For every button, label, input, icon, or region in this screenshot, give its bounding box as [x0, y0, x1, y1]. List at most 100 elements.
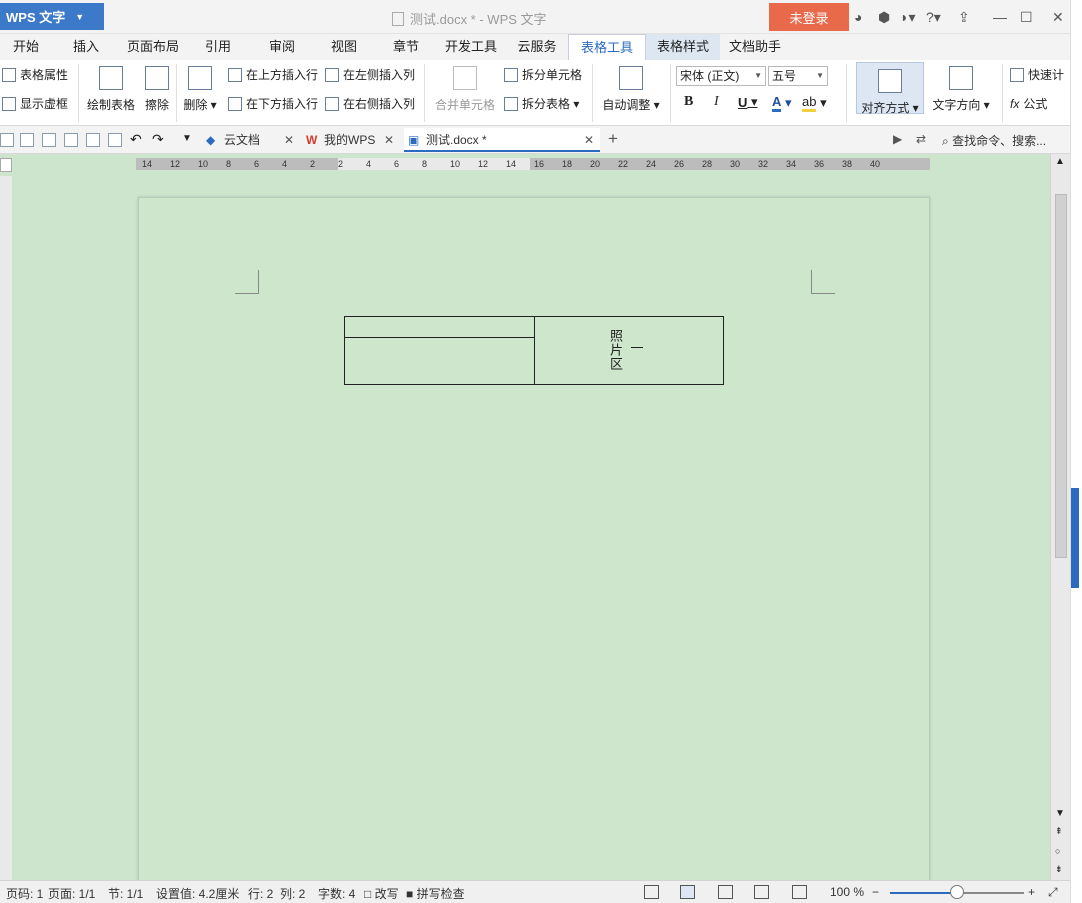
minimize-icon[interactable]: —: [993, 9, 1007, 25]
redo-icon[interactable]: ↷: [152, 131, 164, 148]
split-cells-button[interactable]: 拆分单元格: [504, 66, 582, 83]
table-cell[interactable]: [344, 337, 535, 385]
doc-tab-mywps[interactable]: W 我的WPS ✕: [304, 128, 400, 152]
page-view-icon[interactable]: [680, 885, 695, 899]
fit-window-icon[interactable]: ⤢: [1048, 885, 1058, 900]
chevron-down-icon[interactable]: ▼: [182, 133, 192, 144]
status-word-count[interactable]: 字数: 4: [318, 885, 355, 902]
collab-icon[interactable]: ⇄: [916, 132, 926, 146]
open-icon[interactable]: [20, 133, 34, 147]
italic-button[interactable]: I: [714, 94, 719, 110]
scroll-down-icon[interactable]: ▼: [1055, 808, 1065, 819]
bold-button[interactable]: B: [684, 94, 693, 110]
show-gridlines-button[interactable]: 显示虚框: [2, 95, 68, 112]
text-direction-button[interactable]: 文字方向 ▾: [930, 64, 992, 113]
insert-above-button[interactable]: 在上方插入行: [228, 66, 318, 83]
web-view-icon[interactable]: [754, 885, 769, 899]
tab-doc-assistant[interactable]: 文档助手: [726, 34, 784, 60]
close-tab-icon[interactable]: ✕: [384, 128, 394, 152]
align-button[interactable]: 对齐方式 ▾: [856, 62, 924, 115]
zoom-in-icon[interactable]: +: [1028, 885, 1035, 899]
settings-icon[interactable]: ⬢: [878, 9, 890, 26]
close-tab-icon[interactable]: ✕: [584, 128, 594, 152]
scroll-up-icon[interactable]: ▲: [1055, 156, 1065, 167]
delete-button[interactable]: 删除 ▾: [182, 64, 218, 113]
zoom-out-icon[interactable]: −: [872, 885, 879, 899]
merge-cells-button[interactable]: 合并单元格: [432, 64, 498, 113]
split-table-button[interactable]: 拆分表格 ▾: [504, 95, 579, 112]
auto-fit-button[interactable]: 自动调整 ▾: [600, 64, 662, 113]
export-pdf-icon[interactable]: [64, 133, 78, 147]
next-page-icon[interactable]: ⇟: [1055, 864, 1063, 875]
zoom-level[interactable]: 100 %: [830, 885, 864, 899]
formula-button[interactable]: fx 公式: [1010, 95, 1047, 112]
table-cell[interactable]: [344, 316, 535, 338]
table-properties-button[interactable]: 表格属性: [2, 66, 68, 83]
present-icon[interactable]: ▶: [893, 132, 902, 146]
command-search[interactable]: ⌕ 查找命令、搜索...: [942, 132, 1046, 149]
tab-chapter[interactable]: 章节: [386, 34, 426, 60]
status-column[interactable]: 列: 2: [280, 885, 305, 902]
doc-tab-cloud[interactable]: ◆ 云文档 ✕: [204, 128, 300, 152]
skin-icon[interactable]: ◕: [854, 9, 862, 25]
undo-icon[interactable]: ↶: [130, 131, 142, 148]
vertical-ruler[interactable]: [0, 176, 12, 880]
tab-review[interactable]: 审阅: [262, 34, 302, 60]
login-button[interactable]: 未登录: [769, 3, 849, 31]
close-tab-icon[interactable]: ✕: [284, 128, 294, 152]
app-menu-button[interactable]: WPS 文字 ▼: [0, 3, 104, 30]
tab-view[interactable]: 视图: [324, 34, 364, 60]
share-icon[interactable]: ◗▾: [900, 9, 915, 26]
vertical-scrollbar[interactable]: ▲ ▼ ⇞ ○ ⇟: [1050, 154, 1070, 880]
save-icon[interactable]: [42, 133, 56, 147]
restore-ribbon-icon[interactable]: ⇪: [958, 9, 970, 26]
photo-cell[interactable]: 照片区: [534, 316, 724, 385]
maximize-icon[interactable]: ☐: [1020, 9, 1033, 26]
print-preview-icon[interactable]: [108, 133, 122, 147]
tab-developer[interactable]: 开发工具: [442, 34, 500, 60]
help-icon[interactable]: ?▾: [926, 9, 941, 26]
zoom-slider-knob[interactable]: [950, 885, 964, 899]
tab-table-tools[interactable]: 表格工具: [568, 34, 646, 60]
outline-view-icon[interactable]: [718, 885, 733, 899]
scrollbar-thumb[interactable]: [1055, 194, 1067, 558]
eye-protect-icon[interactable]: [792, 885, 807, 899]
print-icon[interactable]: [86, 133, 100, 147]
tab-cloud[interactable]: 云服务: [514, 34, 560, 60]
status-section[interactable]: 节: 1/1: [108, 885, 143, 902]
prev-page-icon[interactable]: ⇞: [1055, 826, 1063, 837]
draw-table-button[interactable]: 绘制表格: [86, 64, 136, 113]
document-table[interactable]: 照片区: [344, 316, 724, 385]
horizontal-ruler[interactable]: 14 12 10 8 6 4 2 2 4 6 8 10 12 14 16 18 20 22 24 26 28 30 32 34…: [136, 158, 930, 170]
font-color-button[interactable]: A ▾: [772, 94, 792, 112]
doc-tab-active[interactable]: ▣ 测试.docx * ✕: [404, 128, 600, 152]
underline-button[interactable]: U ▾: [738, 94, 758, 110]
close-icon[interactable]: ✕: [1052, 9, 1064, 26]
new-icon[interactable]: [0, 133, 14, 147]
side-panel-toggle[interactable]: [1071, 488, 1079, 588]
insert-left-button[interactable]: 在左侧插入列: [325, 66, 415, 83]
tab-table-style[interactable]: 表格样式: [646, 34, 720, 60]
quick-calc-button[interactable]: 快速计: [1010, 66, 1064, 83]
tab-page-layout[interactable]: 页面布局: [124, 34, 182, 60]
status-spellcheck[interactable]: ■ 拼写检查: [406, 885, 465, 902]
highlight-button[interactable]: ab ▾: [802, 94, 827, 112]
tab-start[interactable]: 开始: [6, 34, 46, 60]
tab-insert[interactable]: 插入: [66, 34, 106, 60]
status-overwrite[interactable]: □ 改写: [364, 885, 399, 902]
ruler-corner[interactable]: [0, 158, 12, 172]
document-page[interactable]: 照片区: [138, 197, 930, 880]
font-size-select[interactable]: 五号 ▼: [768, 66, 828, 86]
status-page-number[interactable]: 页码: 1: [6, 885, 43, 902]
font-name-select[interactable]: 宋体 (正文) ▼: [676, 66, 766, 86]
new-tab-icon[interactable]: +: [608, 129, 618, 149]
status-line[interactable]: 行: 2: [248, 885, 273, 902]
browse-object-icon[interactable]: ○: [1055, 846, 1060, 856]
full-screen-icon[interactable]: [644, 885, 659, 899]
status-setting[interactable]: 设置值: 4.2厘米: [156, 885, 239, 902]
insert-below-button[interactable]: 在下方插入行: [228, 95, 318, 112]
erase-button[interactable]: 擦除: [142, 64, 172, 113]
status-page[interactable]: 页面: 1/1: [48, 885, 95, 902]
tab-references[interactable]: 引用: [198, 34, 238, 60]
insert-right-button[interactable]: 在右侧插入列: [325, 95, 415, 112]
